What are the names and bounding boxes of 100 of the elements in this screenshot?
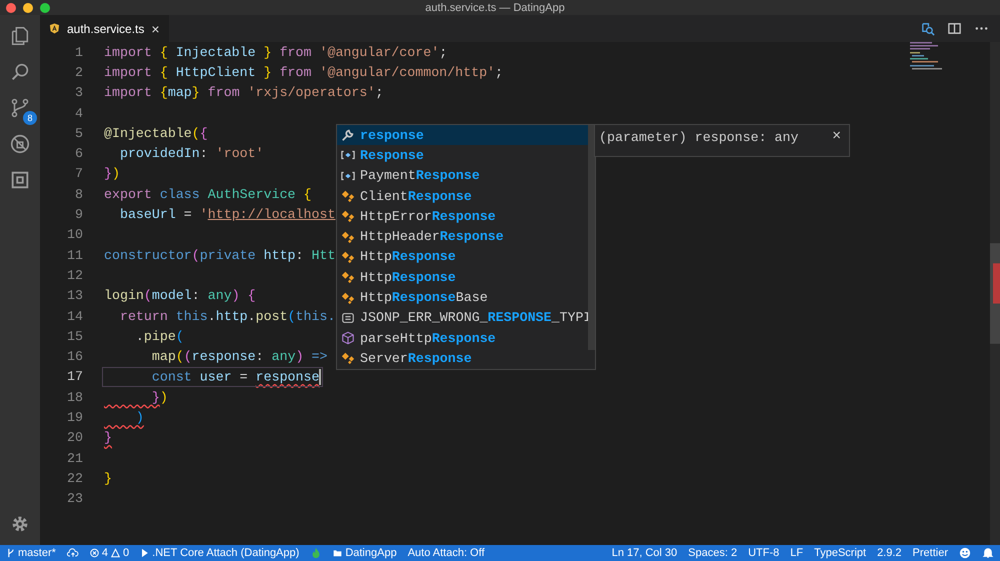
play-icon — [140, 548, 150, 558]
search-icon[interactable] — [9, 61, 31, 83]
angular-icon — [49, 23, 60, 34]
line-number: 18 — [66, 390, 83, 405]
changes-count-badge: 8 — [23, 111, 37, 125]
files-icon[interactable] — [9, 25, 31, 47]
line-number: 2 — [74, 64, 83, 80]
line-number: 7 — [74, 166, 83, 182]
line-number: 17 — [66, 369, 83, 384]
status-item[interactable]: TypeScript — [814, 547, 866, 559]
code-line: import { Injectable } from '@angular/core'; — [104, 44, 448, 60]
class-icon — [341, 270, 355, 284]
problems-indicator[interactable]: 4 0 — [90, 547, 130, 559]
status-item[interactable]: UTF-8 — [748, 547, 780, 559]
code-line: .pipe( — [134, 328, 184, 344]
suggestion-item[interactable]: Response — [337, 145, 588, 166]
code-line: } — [104, 470, 112, 486]
suggestion-item[interactable]: HttpResponse — [337, 246, 588, 268]
status-item[interactable]: Spaces: 2 — [688, 547, 738, 559]
suggestion-item[interactable]: JSONP_ERR_WRONG_RESPONSE_TYPI — [337, 308, 588, 328]
line-number: 1 — [74, 44, 83, 60]
suggestion-item[interactable]: HttpResponseBase — [337, 287, 588, 308]
code-line: import {map} from 'rxjs/operators'; — [104, 85, 384, 100]
branch-icon — [6, 548, 15, 558]
line-number: 12 — [66, 268, 83, 283]
wrench-icon — [341, 128, 355, 142]
line-number: 8 — [74, 186, 83, 202]
suggestion-item[interactable]: ClientResponse — [337, 186, 588, 206]
line-number: 10 — [66, 227, 83, 242]
code-line: import { HttpClient } from '@angular/common/http'; — [104, 64, 504, 80]
no-bug-icon[interactable] — [9, 133, 31, 155]
code-line: const user = response — [104, 368, 322, 385]
class-icon — [341, 230, 355, 244]
class-icon — [341, 250, 355, 264]
scrollbar-thumb[interactable] — [588, 125, 595, 350]
class-icon — [341, 290, 355, 305]
debug-launch-button[interactable]: .NET Core Attach (DatingApp) — [140, 547, 300, 559]
code-line: ) — [134, 410, 144, 425]
code-line: }) — [104, 166, 120, 182]
line-number: 4 — [74, 106, 83, 121]
enum-icon — [341, 310, 355, 325]
class-icon — [341, 189, 355, 204]
code-line: }) — [150, 390, 168, 405]
suggestion-item[interactable]: HttpHeaderResponse — [337, 226, 588, 247]
error-icon — [90, 548, 99, 558]
line-number: 3 — [74, 85, 83, 100]
status-item[interactable]: Prettier — [912, 547, 948, 559]
suggestion-item[interactable]: HttpErrorResponse — [337, 206, 588, 226]
cube-icon — [341, 331, 355, 346]
code-line: providedIn: 'root' — [118, 146, 264, 162]
branch-indicator[interactable]: master* — [6, 547, 56, 559]
suggestion-item[interactable]: PaymentResponse — [337, 166, 588, 186]
line-number: 20 — [66, 430, 83, 446]
status-item[interactable]: LF — [790, 547, 804, 559]
line-number: 6 — [74, 146, 83, 162]
auto-attach-toggle[interactable]: Auto Attach: Off — [408, 547, 485, 559]
status-item[interactable]: 2.9.2 — [877, 547, 902, 559]
maximize-window-button[interactable] — [40, 2, 50, 12]
window-title: auth.service.ts — DatingApp — [424, 2, 566, 14]
extensions-icon[interactable] — [9, 169, 31, 191]
smiley-icon[interactable] — [959, 547, 971, 559]
line-number: 14 — [66, 308, 83, 324]
suggestion-item[interactable]: response — [337, 125, 588, 146]
file-tab[interactable]: auth.service.ts × — [40, 15, 169, 42]
close-window-button[interactable] — [6, 2, 16, 12]
suggestion-item[interactable]: HttpResponse — [337, 267, 588, 288]
code-line: map((response: any) => — [150, 349, 328, 364]
type-signature: (parameter) response: any — [599, 130, 798, 145]
line-number: 13 — [66, 288, 83, 304]
line-number: 21 — [66, 450, 83, 466]
close-details-button[interactable]: × — [832, 130, 841, 142]
line-number: 11 — [66, 248, 83, 263]
line-number: 22 — [66, 470, 83, 486]
line-number: 16 — [66, 349, 83, 364]
code-line: export class AuthService { — [104, 186, 312, 202]
folder-indicator[interactable]: DatingApp — [333, 547, 397, 559]
line-number: 9 — [74, 207, 83, 222]
bell-icon[interactable] — [982, 547, 994, 559]
minimize-window-button[interactable] — [23, 2, 33, 12]
cloud-upload-icon[interactable] — [66, 547, 79, 559]
close-tab-button[interactable]: × — [151, 20, 160, 36]
split-editor-icon[interactable] — [947, 21, 962, 36]
status-item[interactable]: Ln 17, Col 30 — [612, 547, 678, 559]
suggestion-item[interactable]: parseHttpResponse — [337, 328, 588, 348]
suggestion-item[interactable]: ServerResponse — [337, 348, 588, 369]
code-line: constructor(private http: Htt — [104, 248, 336, 263]
warning-icon — [111, 548, 120, 558]
open-changes-icon[interactable] — [920, 21, 935, 36]
code-line: baseUrl = 'http://localhost — [118, 207, 336, 222]
code-line: } — [104, 430, 112, 446]
folder-icon — [333, 548, 342, 558]
line-number: 19 — [66, 410, 83, 425]
code-line: return this.http.post(this. — [118, 308, 336, 324]
code-line: @Injectable({ — [104, 126, 208, 141]
line-number: 23 — [66, 491, 83, 506]
code-line: login(model: any) { — [104, 288, 256, 304]
line-number: 5 — [74, 126, 83, 141]
class-icon — [341, 351, 355, 366]
line-number: 15 — [66, 328, 83, 344]
class-icon — [341, 209, 355, 224]
